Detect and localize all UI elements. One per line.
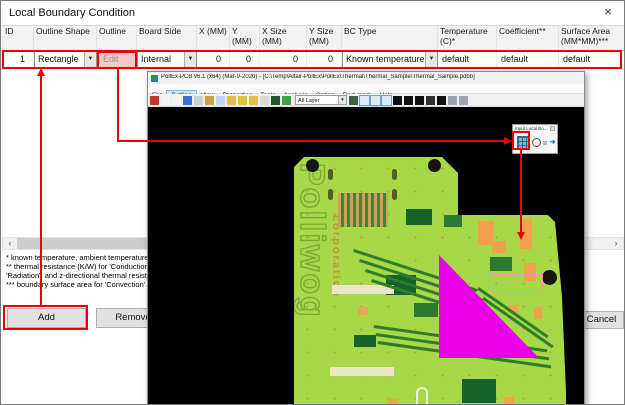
pcb-decor — [330, 367, 394, 376]
annotation-arrow-up — [37, 68, 45, 76]
pcb-canvas[interactable]: Polliwog corporation Input Local Bo... ➜ — [148, 107, 584, 405]
column-header: Outline Shape — [34, 26, 97, 51]
boundary-circle-tool-icon[interactable] — [532, 138, 541, 147]
pcb-decor — [392, 189, 397, 200]
toolbar-icon[interactable] — [282, 96, 291, 105]
pcb-decor — [534, 307, 542, 319]
pcb-toolbar: All Layer ▼ — [148, 94, 584, 107]
footnote-3: 'Radiation', and z-directional thermal r… — [6, 271, 163, 280]
annotation-palette-icon-highlight — [512, 131, 530, 150]
toolbar-icon[interactable] — [238, 96, 247, 105]
annotation-line-edit-down — [117, 69, 119, 141]
column-header: Coefficient** — [497, 26, 559, 51]
pcb-decor — [444, 215, 462, 227]
pcb-decor — [416, 387, 428, 405]
pcb-decor — [354, 335, 376, 347]
footnote-4: *** boundary surface area for 'Convectio… — [6, 280, 145, 289]
toolbar-icon[interactable] — [216, 96, 225, 105]
column-header: ID — [3, 26, 34, 51]
toolbar-icon[interactable] — [393, 96, 402, 105]
table-header: IDOutline ShapeOutlineBoard SideX (MM)Y … — [1, 25, 625, 51]
column-header: Board Side — [137, 26, 197, 51]
close-icon[interactable]: × — [599, 3, 617, 21]
dialog-title: Local Boundary Condition — [9, 7, 135, 19]
toolbar-icon[interactable] — [371, 96, 380, 105]
annotation-row-highlight — [2, 50, 622, 69]
pcb-decor — [414, 303, 438, 317]
toolbar-icon[interactable] — [194, 96, 203, 105]
pcb-decor — [388, 399, 398, 405]
toolbar-icon[interactable] — [459, 96, 468, 105]
annotation-line-to-palette — [117, 140, 504, 142]
column-header: X (MM) — [197, 26, 230, 51]
column-header: Temperature (C)* — [438, 26, 497, 51]
column-header: Surface Area (MM*MM)*** — [559, 26, 625, 51]
boundary-small-tool-icon[interactable] — [543, 141, 547, 145]
pcb-menubar: FileSettingViewPropertiesToolsAnalysisOp… — [148, 84, 584, 94]
pcb-board: Polliwog corporation — [294, 157, 566, 405]
annotation-arrow-right — [504, 137, 512, 145]
boundary-arrow-tool-icon[interactable]: ➜ — [548, 136, 557, 149]
pcb-decor — [492, 241, 506, 253]
toolbar-icon[interactable] — [382, 96, 391, 105]
toolbar-icon[interactable] — [448, 96, 457, 105]
pcb-decor — [462, 379, 496, 403]
pcb-decor — [406, 209, 432, 225]
toolbar-icon[interactable] — [404, 96, 413, 105]
layer-selector[interactable]: All Layer ▼ — [295, 95, 347, 105]
column-header: Y Size (MM) — [307, 26, 342, 51]
footnote-2: ** thermal resistance (K/W) for 'Conduct… — [6, 262, 152, 271]
toolbar-icon[interactable] — [227, 96, 236, 105]
pcb-decor — [328, 169, 333, 180]
scroll-right-button[interactable]: › — [609, 238, 623, 249]
toolbar-icon[interactable] — [172, 96, 181, 105]
pcb-decor — [428, 159, 441, 172]
palette-close-icon[interactable] — [550, 126, 555, 131]
pcb-decor — [358, 307, 368, 315]
chevron-down-icon[interactable]: ▼ — [338, 96, 346, 104]
toolbar-icon[interactable] — [249, 96, 258, 105]
layer-selector-value: All Layer — [298, 97, 319, 105]
pcb-decor — [306, 159, 319, 172]
annotation-add-button-highlight — [3, 305, 88, 330]
toolbar-icon[interactable] — [349, 96, 358, 105]
scroll-left-button[interactable]: ‹ — [3, 238, 17, 249]
toolbar-icon[interactable] — [426, 96, 435, 105]
toolbar-icon[interactable] — [161, 96, 170, 105]
pcb-window-titlebar[interactable]: PollEx-PCB v6.1 (x64) (Mar-9-2020) - [C:… — [148, 72, 584, 84]
annotation-arrow-down — [517, 232, 525, 240]
toolbar-icon[interactable] — [437, 96, 446, 105]
toolbar-icon[interactable] — [205, 96, 214, 105]
pcb-decor — [328, 189, 333, 200]
screen: Local Boundary Condition × IDOutline Sha… — [0, 0, 625, 405]
cancel-button[interactable]: Cancel — [579, 311, 624, 329]
pcb-decor — [392, 169, 397, 180]
toolbar-icon[interactable] — [360, 96, 369, 105]
annotation-line-palette-to-board — [520, 150, 522, 232]
pcb-decor — [504, 397, 514, 405]
toolbar-icon[interactable] — [271, 96, 280, 105]
column-header: Outline — [97, 26, 137, 51]
pcb-decor — [338, 193, 388, 227]
toolbar-icon[interactable] — [415, 96, 424, 105]
column-header: BC Type — [342, 26, 438, 51]
toolbar-icon[interactable] — [260, 96, 269, 105]
annotation-line-row-to-add — [40, 76, 42, 305]
pcb-decor — [542, 270, 557, 285]
app-icon — [151, 75, 158, 82]
pcb-window-title: PollEx-PCB v6.1 (x64) (Mar-9-2020) - [C:… — [161, 74, 579, 80]
pcb-decor — [490, 257, 512, 271]
footnote-1: * known temperature, ambient temperature — [6, 253, 149, 262]
column-header: Y (MM) — [230, 26, 260, 51]
toolbar-icon[interactable] — [183, 96, 192, 105]
toolbar-icon[interactable] — [150, 96, 159, 105]
boundary-region-outline — [489, 274, 543, 290]
column-header: X Size (MM) — [260, 26, 307, 51]
